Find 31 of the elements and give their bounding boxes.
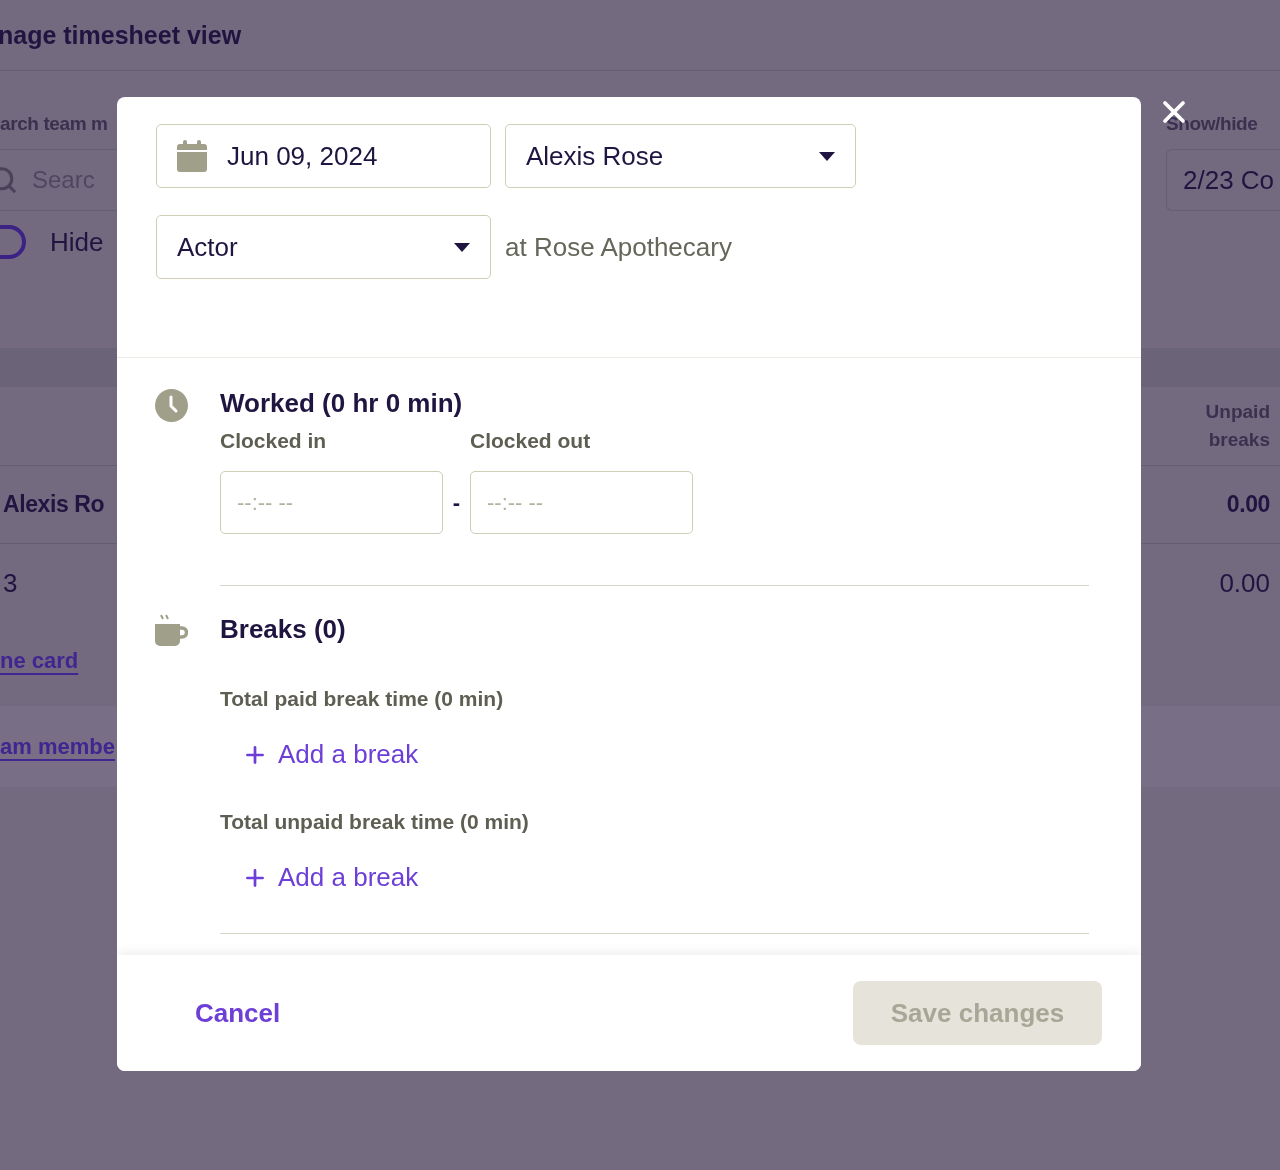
field-label: Clocked in	[220, 429, 328, 453]
toggle-label: Hide	[50, 226, 104, 258]
location-text: at Rose Apothecary	[505, 231, 732, 263]
time-field[interactable]: --:-- --	[470, 471, 693, 534]
clock-icon	[155, 389, 188, 422]
break-total-label: Total unpaid break time (0 min)	[220, 810, 530, 834]
calendar-icon	[177, 140, 207, 172]
cancel-button[interactable]: Cancel	[195, 997, 281, 1029]
add-break-button[interactable]: Add a break	[220, 739, 1089, 770]
add-break-button[interactable]: Add a break	[220, 862, 1089, 893]
coffee-cup-icon	[155, 614, 188, 647]
column-header: Unpaid breaks	[1204, 399, 1270, 452]
section-title: Worked (0 hr 0 min)	[220, 388, 464, 419]
field-label: arch team m	[0, 113, 108, 135]
time-field[interactable]: --:-- --	[220, 471, 443, 534]
section-title: Breaks (0)	[220, 614, 347, 645]
field-label: Clocked out	[470, 429, 592, 453]
break-total-label: Total paid break time (0 min)	[220, 687, 505, 711]
separator-text: -	[451, 489, 462, 516]
field-label: Show/hide	[1166, 113, 1258, 135]
caret-icon	[454, 242, 470, 252]
table-cell: 0.00	[1219, 567, 1270, 599]
page-title: nage timesheet view	[0, 20, 242, 50]
role-select[interactable]: Actor	[156, 215, 491, 279]
table-cell: Alexis Ro	[3, 491, 105, 518]
table-cell: 3	[3, 567, 18, 599]
date-field[interactable]: Jun 09, 2024	[156, 124, 491, 188]
columns-select[interactable]: 2/23 Co	[1166, 149, 1280, 211]
table-cell: 0.00	[1226, 491, 1270, 518]
employee-select[interactable]: Alexis Rose	[505, 124, 856, 188]
caret-icon	[819, 151, 835, 161]
